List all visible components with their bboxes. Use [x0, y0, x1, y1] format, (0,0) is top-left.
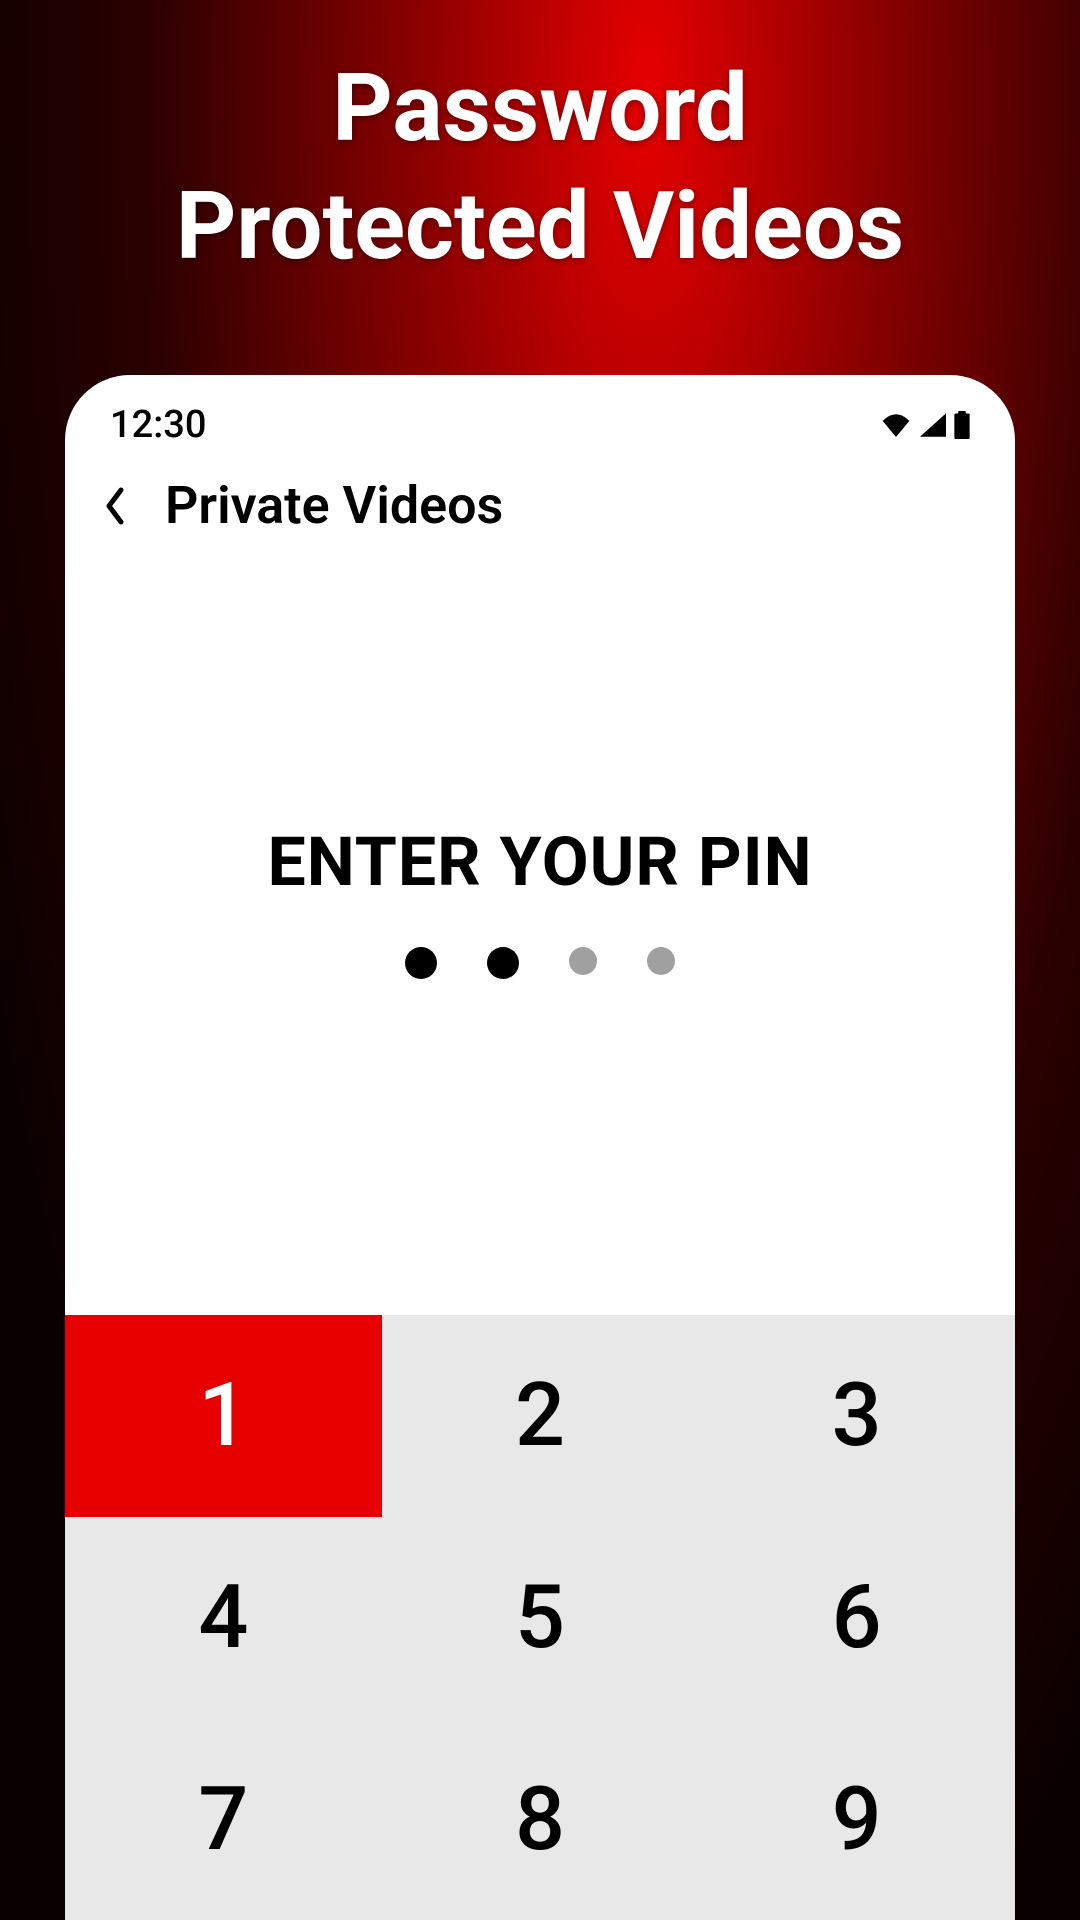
- keypad-key-3[interactable]: 3: [698, 1315, 1015, 1517]
- pin-section: ENTER YOUR PIN: [65, 566, 1015, 1315]
- app-header: Private Videos: [65, 445, 1015, 566]
- keypad-key-4[interactable]: 4: [65, 1517, 382, 1719]
- keypad-key-8[interactable]: 8: [382, 1718, 699, 1920]
- pin-dots: [405, 947, 675, 979]
- signal-icon: [920, 413, 946, 437]
- keypad-key-5[interactable]: 5: [382, 1517, 699, 1719]
- page-title: Private Videos: [165, 475, 503, 536]
- wifi-icon: [880, 413, 912, 437]
- pin-prompt: ENTER YOUR PIN: [267, 822, 812, 902]
- status-time: 12:30: [110, 403, 206, 447]
- hero-title-line2: Protected Videos: [0, 168, 1080, 286]
- hero-title-line1: Password: [0, 50, 1080, 168]
- keypad-key-7[interactable]: 7: [65, 1718, 382, 1920]
- hero-title: Password Protected Videos: [0, 0, 1080, 285]
- pin-dot-1: [405, 947, 437, 979]
- pin-dot-2: [487, 947, 519, 979]
- keypad-key-2[interactable]: 2: [382, 1315, 699, 1517]
- keypad-key-6[interactable]: 6: [698, 1517, 1015, 1719]
- keypad: 1 2 3 4 5 6 7 8 9: [65, 1315, 1015, 1920]
- back-button[interactable]: [95, 486, 135, 526]
- phone-frame: 12:30 Private Videos ENTER YOUR PIN: [65, 375, 1015, 1920]
- pin-dot-3: [569, 947, 597, 975]
- keypad-key-1[interactable]: 1: [65, 1315, 382, 1517]
- battery-icon: [954, 411, 970, 439]
- status-icons: [880, 411, 970, 439]
- keypad-key-9[interactable]: 9: [698, 1718, 1015, 1920]
- chevron-left-icon: [103, 486, 127, 526]
- pin-dot-4: [647, 947, 675, 975]
- status-bar: 12:30: [65, 375, 1015, 445]
